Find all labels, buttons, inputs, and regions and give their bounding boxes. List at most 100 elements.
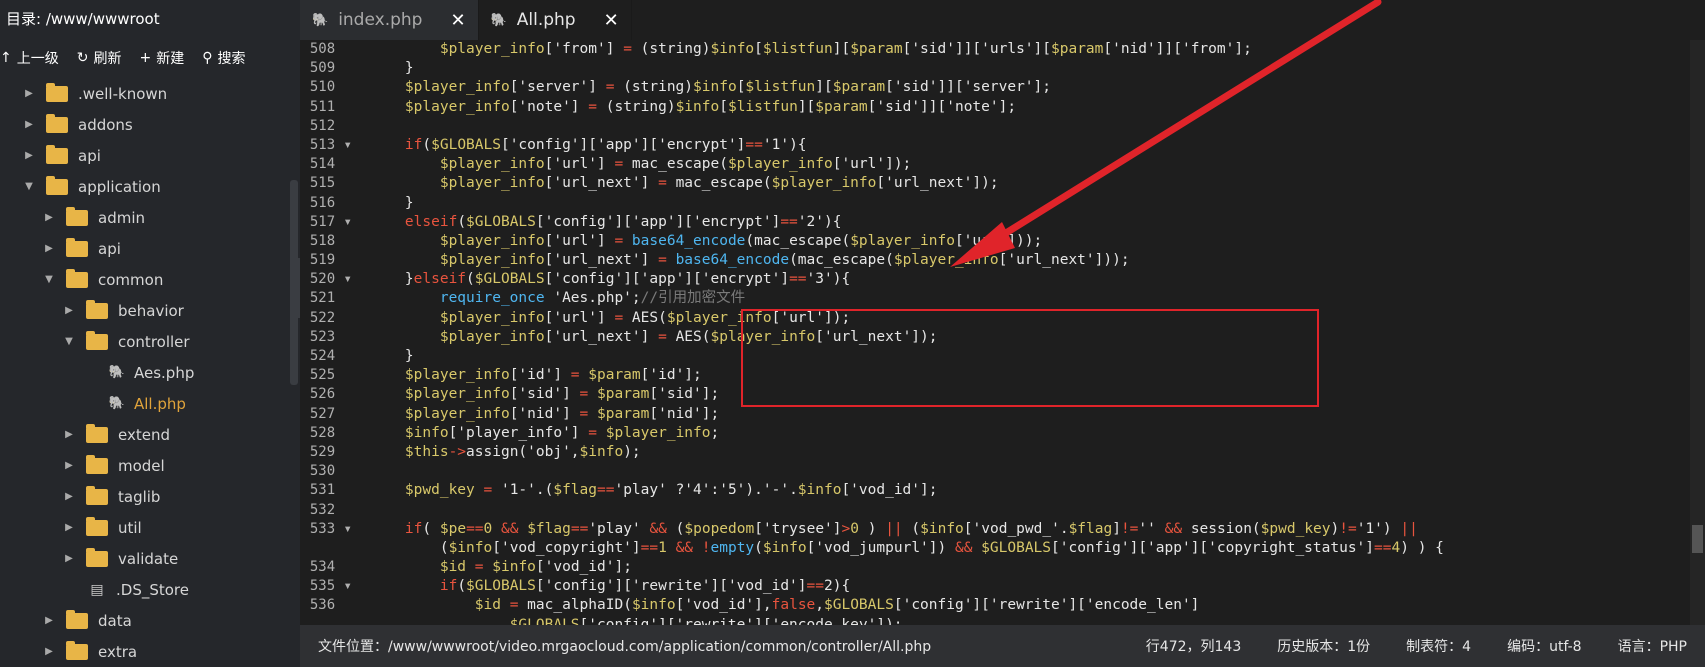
code-line[interactable]: $player_info['from'] = (string)$info[$li…	[370, 40, 1690, 59]
line-number: 509	[309, 60, 352, 77]
tree-item[interactable]: ▶ model	[0, 450, 290, 481]
folder-icon	[86, 547, 108, 567]
tree-item[interactable]: ▶ admin	[0, 202, 290, 233]
tree-item[interactable]: ▶ data	[0, 605, 290, 636]
refresh-icon: ↻	[76, 50, 89, 66]
tree-item[interactable]: ▤ .DS_Store	[0, 574, 290, 605]
code-line[interactable]: $GLOBALS['config']['rewrite']['encode_ke…	[370, 616, 1690, 625]
tree-item[interactable]: ▶ extra	[0, 636, 290, 667]
code-line[interactable]: ($info['vod_copyright']==1 && !empty($in…	[370, 539, 1690, 558]
editor-scrollbar-thumb[interactable]	[1692, 525, 1703, 553]
explorer-toolbar: ↑ 上一级 ↻ 刷新 + 新建 ⚲ 搜索	[0, 38, 300, 78]
tree-item[interactable]: ▼ common	[0, 264, 290, 295]
code-line[interactable]: $player_info['server'] = (string)$info[$…	[370, 78, 1690, 97]
tree-item[interactable]: ▶ .well-known	[0, 78, 290, 109]
code-line[interactable]: $player_info['note'] = (string)$info[$li…	[370, 98, 1690, 117]
tree-item[interactable]: ▶ taglib	[0, 481, 290, 512]
folder-icon	[46, 113, 68, 133]
line-number: 527	[309, 405, 352, 422]
code-line[interactable]: $player_info['nid'] = $param['nid'];	[370, 405, 1690, 424]
line-number: 513 ▾	[309, 136, 352, 153]
line-number: 524	[309, 348, 352, 364]
tree-item[interactable]: ▶ behavior	[0, 295, 290, 326]
code-line[interactable]: if( $pe==0 && $flag=='play' && ($popedom…	[370, 520, 1690, 539]
close-icon[interactable]: ✕	[450, 10, 465, 31]
line-number: 532	[309, 501, 352, 518]
tree-item[interactable]: 🐘 All.php	[0, 388, 290, 419]
tree-item[interactable]: 🐘 Aes.php	[0, 357, 290, 388]
folder-icon	[86, 423, 108, 443]
code-line[interactable]: require_once 'Aes.php';//引用加密文件	[370, 289, 1690, 308]
toolbar-button-label: 搜索	[217, 51, 246, 67]
line-number: 517 ▾	[309, 213, 352, 230]
code-line[interactable]	[370, 501, 1690, 520]
line-number: 528	[309, 424, 352, 441]
code-line[interactable]: if($GLOBALS['config']['app']['encrypt']=…	[370, 136, 1690, 155]
tree-item[interactable]: ▶ api	[0, 233, 290, 264]
code-line[interactable]: $pwd_key = '1-'.($flag=='play' ?'4':'5')…	[370, 481, 1690, 500]
plus-icon: +	[139, 50, 152, 66]
line-number: 523	[309, 328, 352, 345]
tree-item-label: All.php	[134, 394, 186, 413]
folder-icon	[86, 485, 108, 505]
tree-item[interactable]: ▶ extend	[0, 419, 290, 450]
caret-right-icon: ▶	[25, 119, 33, 130]
tree-item-label: validate	[118, 549, 179, 568]
code-line[interactable]: $info['player_info'] = $player_info;	[370, 424, 1690, 443]
tree-item-label: .DS_Store	[116, 580, 189, 599]
line-number: 511	[309, 98, 352, 115]
code-line[interactable]: }	[370, 194, 1690, 213]
toolbar-button-arrow-up[interactable]: ↑ 上一级	[0, 48, 59, 68]
encoding[interactable]: 编码：utf-8	[1489, 636, 1599, 656]
code-line[interactable]: $player_info['url_next'] = base64_encode…	[370, 251, 1690, 270]
caret-right-icon: ▶	[65, 429, 73, 440]
tree-item[interactable]: ▶ validate	[0, 543, 290, 574]
folder-icon	[46, 82, 68, 102]
caret-right-icon: ▶	[45, 212, 53, 223]
tab-all-php[interactable]: 🐘 All.php ✕	[478, 0, 632, 40]
tree-item[interactable]: ▼ application	[0, 171, 290, 202]
code-line[interactable]: $player_info['url_next'] = mac_escape($p…	[370, 174, 1690, 193]
code-line[interactable]: $player_info['url'] = mac_escape($player…	[370, 155, 1690, 174]
tree-item-label: common	[98, 270, 164, 289]
tab-index-php[interactable]: 🐘 index.php ✕	[300, 0, 479, 40]
line-number: 521	[309, 290, 352, 307]
tree-item[interactable]: ▶ api	[0, 140, 290, 171]
tree-item[interactable]: ▼ controller	[0, 326, 290, 357]
code-line[interactable]: }elseif($GLOBALS['config']['app']['encry…	[370, 270, 1690, 289]
code-line[interactable]: }	[370, 59, 1690, 78]
toolbar-button-search[interactable]: ⚲ 搜索	[202, 48, 245, 68]
cursor-position[interactable]: 行472，列143	[1128, 636, 1259, 656]
code-line[interactable]: $player_info['url'] = base64_encode(mac_…	[370, 232, 1690, 251]
line-number: 530	[309, 463, 352, 480]
line-number: 515	[309, 175, 352, 192]
php-file-icon: 🐘	[312, 12, 329, 28]
folder-icon	[86, 299, 108, 319]
toolbar-button-label: 刷新	[93, 51, 122, 67]
code-line[interactable]: $id = mac_alphaID($info['vod_id'],false,…	[370, 596, 1690, 615]
code-line[interactable]: if($GLOBALS['config']['rewrite']['vod_id…	[370, 577, 1690, 596]
file-location: 文件位置：/www/wwwroot/video.mrgaocloud.com/a…	[318, 639, 932, 655]
close-icon[interactable]: ✕	[604, 10, 619, 31]
code-line[interactable]: $id = $info['vod_id'];	[370, 558, 1690, 577]
code-line[interactable]: $this->assign('obj',$info);	[370, 443, 1690, 462]
caret-right-icon: ▶	[65, 305, 73, 316]
tree-item[interactable]: ▶ addons	[0, 109, 290, 140]
caret-right-icon: ▶	[65, 491, 73, 502]
toolbar-button-label: 上一级	[16, 51, 59, 67]
code-line[interactable]	[370, 117, 1690, 136]
tree-item-label: extra	[98, 642, 138, 661]
history-versions[interactable]: 历史版本：1份	[1259, 636, 1388, 656]
language-mode[interactable]: 语言：PHP	[1600, 636, 1705, 656]
tree-item[interactable]: ▶ util	[0, 512, 290, 543]
toolbar-button-refresh[interactable]: ↻ 刷新	[77, 48, 122, 68]
code-editor[interactable]: 508 509 510 511 512 513 ▾ 514 515 516 517…	[300, 40, 1690, 625]
tab-size[interactable]: 制表符：4	[1388, 636, 1489, 656]
line-number	[300, 616, 360, 625]
code-line[interactable]: elseif($GLOBALS['config']['app']['encryp…	[370, 213, 1690, 232]
sidebar-scrollbar[interactable]	[290, 180, 298, 385]
editor-scrollbar[interactable]	[1690, 40, 1705, 625]
editor-tabbar: 🐘 index.php ✕ 🐘 All.php ✕	[300, 0, 1705, 40]
code-line[interactable]	[370, 462, 1690, 481]
toolbar-button-plus[interactable]: + 新建	[139, 48, 184, 68]
